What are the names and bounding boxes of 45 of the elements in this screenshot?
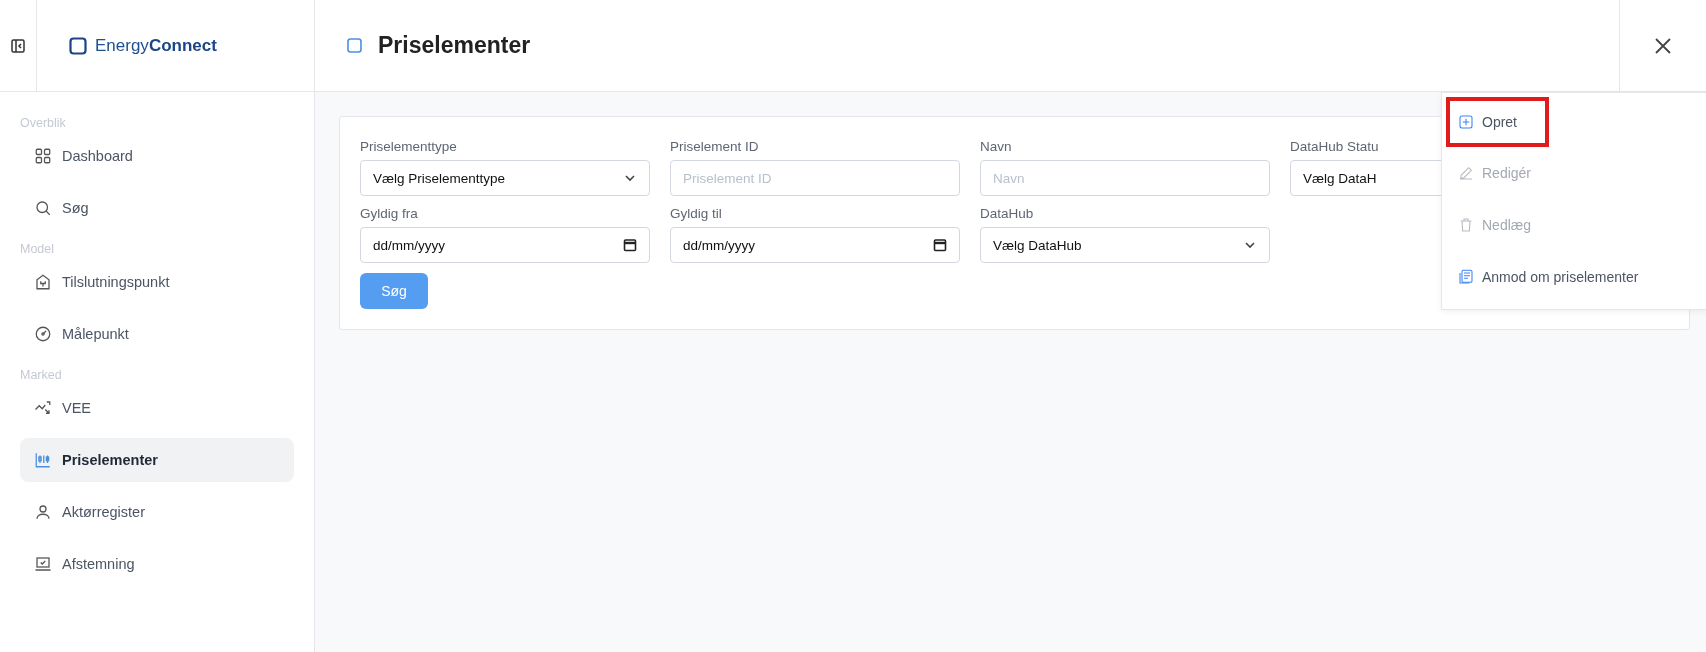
calendar-icon [623,238,637,252]
sidebar-toggle-icon[interactable] [11,38,25,53]
menu-icon [1458,114,1474,130]
field-label: Navn [980,139,1013,154]
field-label: DataHub Statu [1290,139,1380,154]
menu-icon [1458,165,1474,181]
date-field[interactable]: dd/mm/yyyy [360,227,650,263]
calendar-icon [933,238,947,252]
menu-icon [1458,217,1474,233]
nav-icon [34,273,52,291]
page-icon [347,38,362,53]
nav-item[interactable]: Tilslutningspunkt [20,260,294,304]
field-label: Gyldig fra [360,206,419,221]
nav-icon [34,451,52,469]
menu-icon [1458,269,1474,285]
text-field[interactable]: Navn [980,160,1270,196]
nav-icon [34,199,52,217]
nav-item[interactable]: Målepunkt [20,312,294,356]
section-heading: Model [20,241,56,258]
select-field[interactable]: Vælg Priselementtype [360,160,650,196]
field-label: Gyldig til [670,206,723,221]
field-label: Priselement ID [670,139,760,154]
nav-item[interactable]: Aktørregister [20,490,294,534]
section-heading: Overblik [20,115,67,132]
nav-item[interactable]: Søg [20,186,294,230]
nav-icon [34,555,52,573]
nav-item[interactable]: VEE [20,386,294,430]
nav-icon [34,325,52,343]
select-field[interactable]: Vælg DataHub [980,227,1270,263]
field-label: DataHub [980,206,1035,221]
page-title: Priselementer [378,32,531,59]
nav-item[interactable]: Priselementer [20,438,294,482]
nav-icon [34,503,52,521]
menu-item[interactable]: Anmod om priselementer [1442,251,1706,303]
section-heading: Marked [20,367,63,384]
logo-icon [69,36,87,55]
menu-item[interactable]: Opret [1446,97,1549,147]
nav-item[interactable]: Dashboard [20,134,294,178]
nav-item[interactable]: Afstemning [20,542,294,586]
field-label: Priselementtype [360,139,458,154]
text-field[interactable]: Priselement ID [670,160,960,196]
date-field[interactable]: dd/mm/yyyy [670,227,960,263]
nav-icon [34,147,52,165]
brand-name: EnergyConnect [95,35,217,56]
nav-icon [34,399,52,417]
